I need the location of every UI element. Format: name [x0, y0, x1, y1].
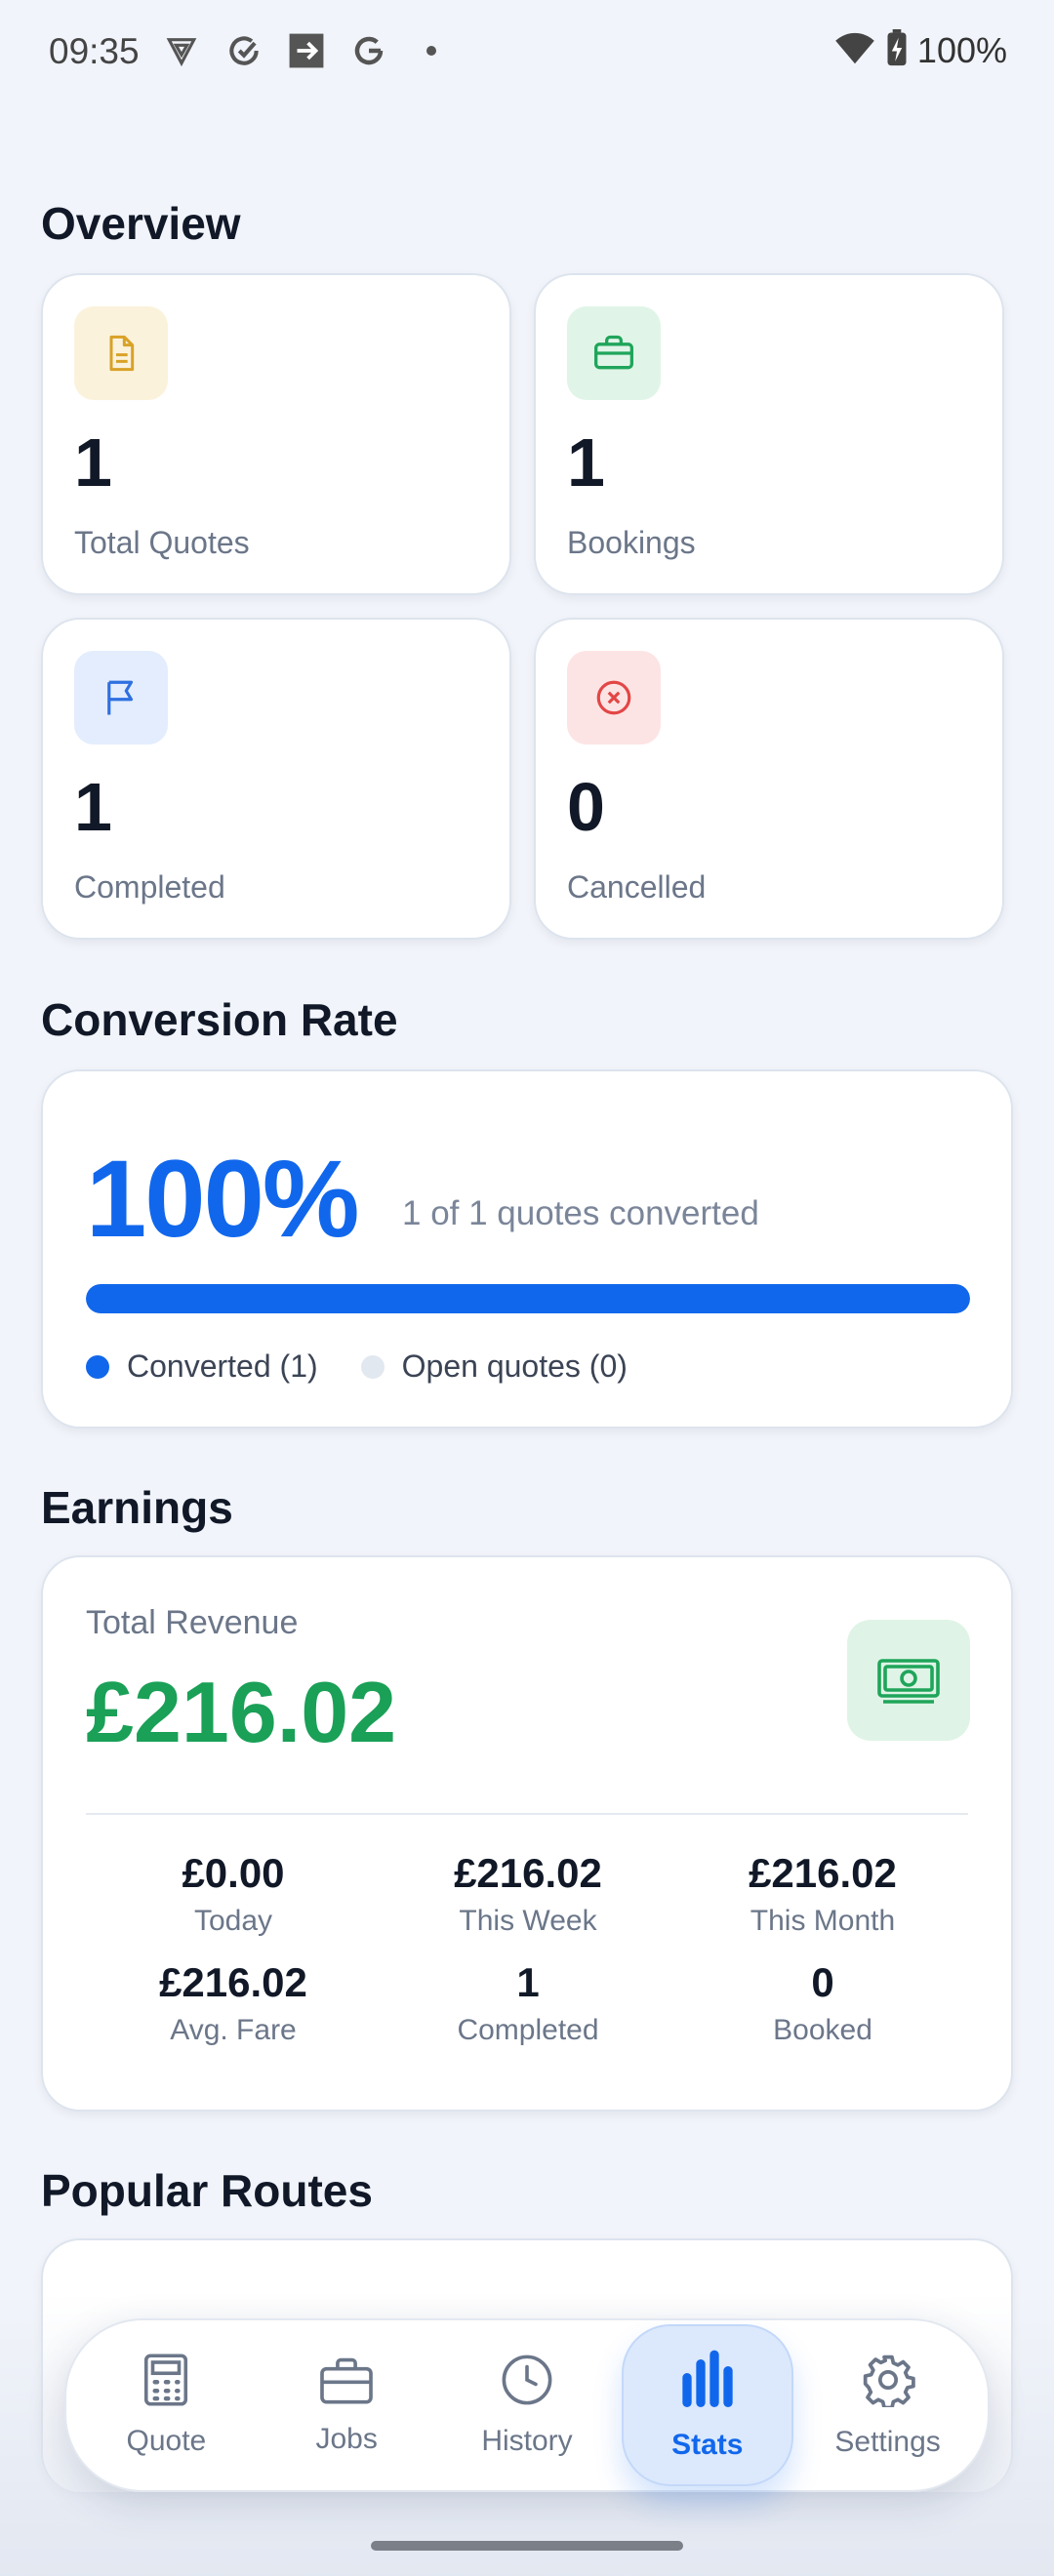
money-icon	[847, 1620, 970, 1741]
converted-dot-icon	[86, 1354, 109, 1379]
metric-this-month-label: This Month	[750, 1905, 896, 1937]
total-quotes-value: 1	[74, 424, 112, 501]
metric-completed-label: Completed	[457, 2014, 599, 2046]
total-quotes-card[interactable]: 1 Total Quotes	[41, 273, 511, 595]
conversion-progress-fill	[86, 1284, 970, 1313]
total-revenue-label: Total Revenue	[86, 1604, 299, 1641]
metric-this-week-value: £216.02	[454, 1850, 602, 1896]
nav-settings-label: Settings	[834, 2425, 941, 2458]
conversion-subtitle: 1 of 1 quotes converted	[402, 1194, 759, 1232]
metric-this-month: £216.02 This Month	[675, 1850, 970, 1938]
bookings-value: 1	[567, 424, 605, 501]
clock-icon	[501, 2354, 553, 2411]
bottom-navigation: Quote Jobs History Stats Settings	[64, 2318, 990, 2492]
google-icon	[347, 29, 390, 72]
cancelled-label: Cancelled	[567, 869, 707, 905]
battery-percentage: 100%	[916, 29, 1007, 70]
legend-converted: Converted (1)	[86, 1348, 318, 1385]
earnings-divider	[86, 1813, 968, 1815]
status-bar: 09:35 100%	[0, 0, 1054, 107]
earnings-title: Earnings	[41, 1482, 233, 1533]
total-quotes-label: Total Quotes	[74, 525, 250, 560]
completed-card[interactable]: 1 Completed	[41, 618, 511, 940]
earnings-metrics: £0.00 Today £216.02 This Week £216.02 Th…	[86, 1850, 970, 2047]
popular-routes-title: Popular Routes	[41, 2165, 373, 2216]
bar-chart-icon	[680, 2350, 735, 2415]
sync-icon	[223, 29, 265, 72]
metric-avg-fare-value: £216.02	[159, 1959, 307, 2005]
wifi-icon	[833, 30, 876, 70]
conversion-legend: Converted (1) Open quotes (0)	[86, 1348, 628, 1385]
conversion-title: Conversion Rate	[41, 994, 398, 1045]
home-indicator[interactable]	[371, 2541, 683, 2551]
overview-title: Overview	[41, 198, 241, 249]
completed-label: Completed	[74, 869, 225, 905]
arrow-box-icon	[285, 29, 328, 72]
metric-today: £0.00 Today	[86, 1850, 381, 1938]
metric-booked: 0 Booked	[675, 1959, 970, 2047]
metric-this-week-label: This Week	[459, 1905, 597, 1937]
conversion-progress-bar	[86, 1284, 970, 1313]
total-revenue-value: £216.02	[86, 1664, 397, 1760]
cancelled-card[interactable]: 0 Cancelled	[534, 618, 1004, 940]
nav-settings[interactable]: Settings	[802, 2324, 974, 2486]
metric-avg-fare: £216.02 Avg. Fare	[86, 1959, 381, 2047]
conversion-rate-value: 100%	[86, 1138, 359, 1260]
bookings-card[interactable]: 1 Bookings	[534, 273, 1004, 595]
cancelled-value: 0	[567, 769, 605, 845]
metric-booked-label: Booked	[773, 2014, 872, 2046]
document-icon	[74, 306, 168, 400]
nav-stats-label: Stats	[671, 2428, 744, 2461]
metric-today-label: Today	[193, 1905, 273, 1937]
dot-icon	[410, 29, 453, 72]
metric-booked-value: 0	[811, 1959, 834, 2005]
metric-completed: 1 Completed	[381, 1959, 675, 2047]
status-time: 09:35	[49, 31, 140, 71]
calculator-icon	[143, 2353, 188, 2411]
nav-stats[interactable]: Stats	[621, 2324, 793, 2486]
battery-icon	[886, 29, 908, 71]
metric-avg-fare-label: Avg. Fare	[170, 2014, 297, 2046]
nav-history[interactable]: History	[441, 2324, 613, 2486]
bookings-label: Bookings	[567, 525, 696, 560]
conversion-card: 100% 1 of 1 quotes converted Converted (…	[41, 1069, 1013, 1429]
completed-value: 1	[74, 769, 112, 845]
briefcase-icon	[567, 306, 661, 400]
legend-open-quotes: Open quotes (0)	[360, 1348, 628, 1385]
legend-open-quotes-label: Open quotes (0)	[401, 1348, 628, 1384]
open-quotes-dot-icon	[360, 1354, 385, 1379]
metric-today-value: £0.00	[182, 1850, 285, 1896]
legend-converted-label: Converted (1)	[127, 1348, 318, 1384]
stats-screen: 09:35 100% Overview 1 Total Quotes 1 Boo…	[0, 0, 1054, 2576]
nav-quote[interactable]: Quote	[80, 2324, 252, 2486]
shield-icon	[160, 29, 203, 72]
gear-icon	[861, 2353, 915, 2412]
x-circle-icon	[567, 651, 661, 745]
briefcase-icon	[319, 2355, 374, 2409]
flag-icon	[74, 651, 168, 745]
metric-completed-value: 1	[516, 1959, 540, 2005]
nav-jobs-label: Jobs	[315, 2422, 378, 2455]
nav-jobs[interactable]: Jobs	[261, 2324, 432, 2486]
nav-history-label: History	[481, 2424, 573, 2457]
nav-quote-label: Quote	[126, 2424, 207, 2457]
metric-this-week: £216.02 This Week	[381, 1850, 675, 1938]
earnings-card: Total Revenue £216.02 £0.00 Today £216.0…	[41, 1555, 1013, 2112]
metric-this-month-value: £216.02	[749, 1850, 897, 1896]
